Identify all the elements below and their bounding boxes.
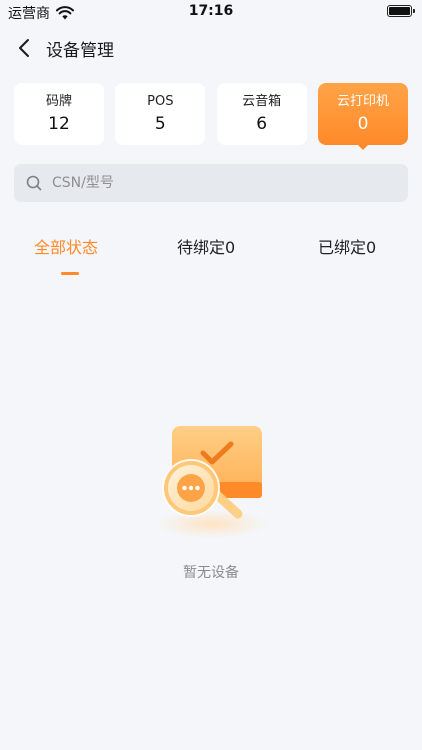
category-card-speaker[interactable]: 云音箱 6 [216, 83, 307, 145]
tab-bound[interactable]: 已绑定0 [318, 234, 376, 258]
category-card-printer[interactable]: 云打印机 0 [317, 83, 408, 150]
tab-indicator [61, 272, 79, 275]
category-label: 云打印机 [336, 94, 389, 109]
category-count: 12 [48, 114, 70, 134]
category-label: POS [147, 94, 174, 109]
category-label: 云音箱 [242, 94, 282, 109]
empty-search-illustration [156, 426, 268, 538]
search-input[interactable] [52, 175, 392, 191]
tab-all-status[interactable]: 全部状态 [34, 234, 98, 258]
status-bar: 运营商 17:16 [0, 0, 422, 24]
search-bar[interactable] [14, 164, 408, 202]
battery-tip [413, 9, 415, 13]
empty-message: 暂无设备 [183, 565, 239, 581]
battery-icon [387, 5, 415, 17]
category-card-qrcode[interactable]: 码牌 12 [14, 83, 104, 145]
clock: 17:16 [188, 3, 234, 19]
active-pointer [357, 145, 368, 150]
tab-unbound[interactable]: 待绑定0 [177, 234, 235, 258]
category-count: 5 [154, 114, 166, 134]
category-count: 0 [357, 114, 369, 134]
category-count: 6 [256, 114, 268, 134]
battery-fill [389, 7, 410, 15]
search-icon [26, 175, 42, 191]
chevron-left-icon [19, 39, 29, 57]
back-button[interactable] [14, 36, 34, 60]
nav-bar: 设备管理 [0, 24, 422, 72]
category-card-pos[interactable]: POS 5 [115, 83, 206, 145]
device-category-tabs: 码牌 12 POS 5 云音箱 6 云打印机 0 [14, 83, 408, 150]
status-tabs: 全部状态 待绑定0 已绑定0 [0, 228, 422, 278]
page-title: 设备管理 [46, 41, 114, 61]
category-label: 码牌 [45, 94, 72, 109]
